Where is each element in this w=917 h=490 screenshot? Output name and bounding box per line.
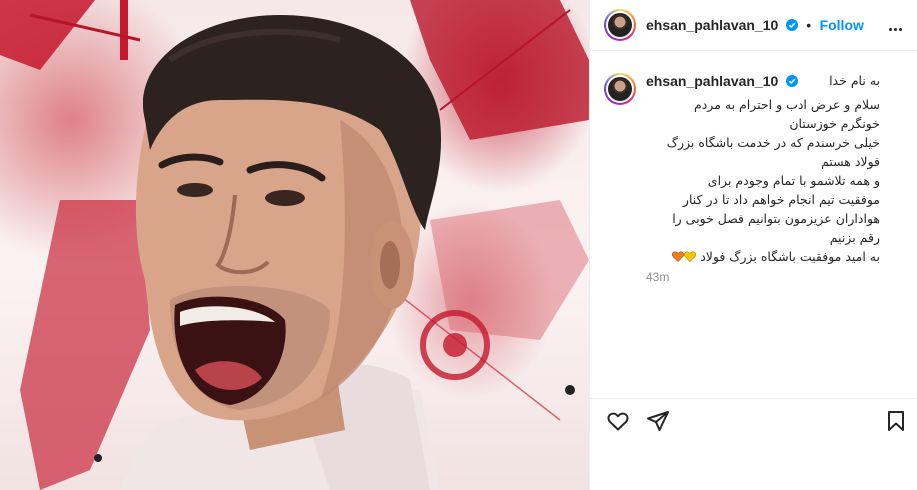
- caption-last-text: به امید موفقیت باشگاه بزرگ فولاد: [700, 249, 880, 264]
- caption-line: موفقیت تیم انجام خواهم داد تا در کنار: [682, 192, 880, 207]
- username-link[interactable]: ehsan_pahlavan_10: [646, 17, 778, 33]
- caption-line: و همه تلاشمو با تمام وجودم برای: [707, 173, 880, 188]
- post-side-panel: ehsan_pahlavan_10 • Follow ehsan_pahlava…: [590, 0, 917, 490]
- player-photo-illustration: [0, 0, 589, 490]
- caption-line: سلام و عرض ادب و احترام به مردم: [694, 97, 880, 112]
- caption-first-line: به نام خدا: [829, 73, 880, 88]
- caption-line: فولاد هستم: [821, 154, 880, 169]
- bookmark-icon[interactable]: [884, 409, 908, 433]
- orange-heart-icon: [672, 251, 685, 262]
- caption-line: هواداران عزیزمون بتوانیم فصل خوبی را: [672, 211, 880, 226]
- yellow-heart-icon: [684, 251, 697, 262]
- caption-last-line: به امید موفقیت باشگاه بزرگ فولاد: [630, 247, 880, 266]
- caption-line: خونگرم خوزستان: [789, 116, 880, 131]
- avatar[interactable]: [604, 9, 636, 41]
- more-options-icon[interactable]: [889, 18, 907, 32]
- post-image[interactable]: [0, 0, 589, 490]
- paper-plane-icon[interactable]: [646, 409, 670, 433]
- heart-icon[interactable]: [606, 409, 630, 433]
- post-timestamp[interactable]: 43m: [646, 270, 669, 284]
- caption-line: رقم بزنیم: [829, 230, 880, 245]
- caption-text: سلام و عرض ادب و احترام به مردم خونگرم خ…: [630, 95, 880, 266]
- post-header: ehsan_pahlavan_10 • Follow: [590, 0, 917, 51]
- verified-badge-icon: [785, 19, 798, 31]
- separator-dot: •: [806, 17, 812, 33]
- caption-line: خیلی خرسندم که در خدمت باشگاه بزرگ: [666, 135, 880, 150]
- action-bar: [590, 398, 917, 445]
- follow-button[interactable]: Follow: [820, 17, 864, 33]
- caption-username-link[interactable]: ehsan_pahlavan_10: [646, 73, 778, 89]
- header-user-row: ehsan_pahlavan_10 • Follow: [646, 17, 864, 35]
